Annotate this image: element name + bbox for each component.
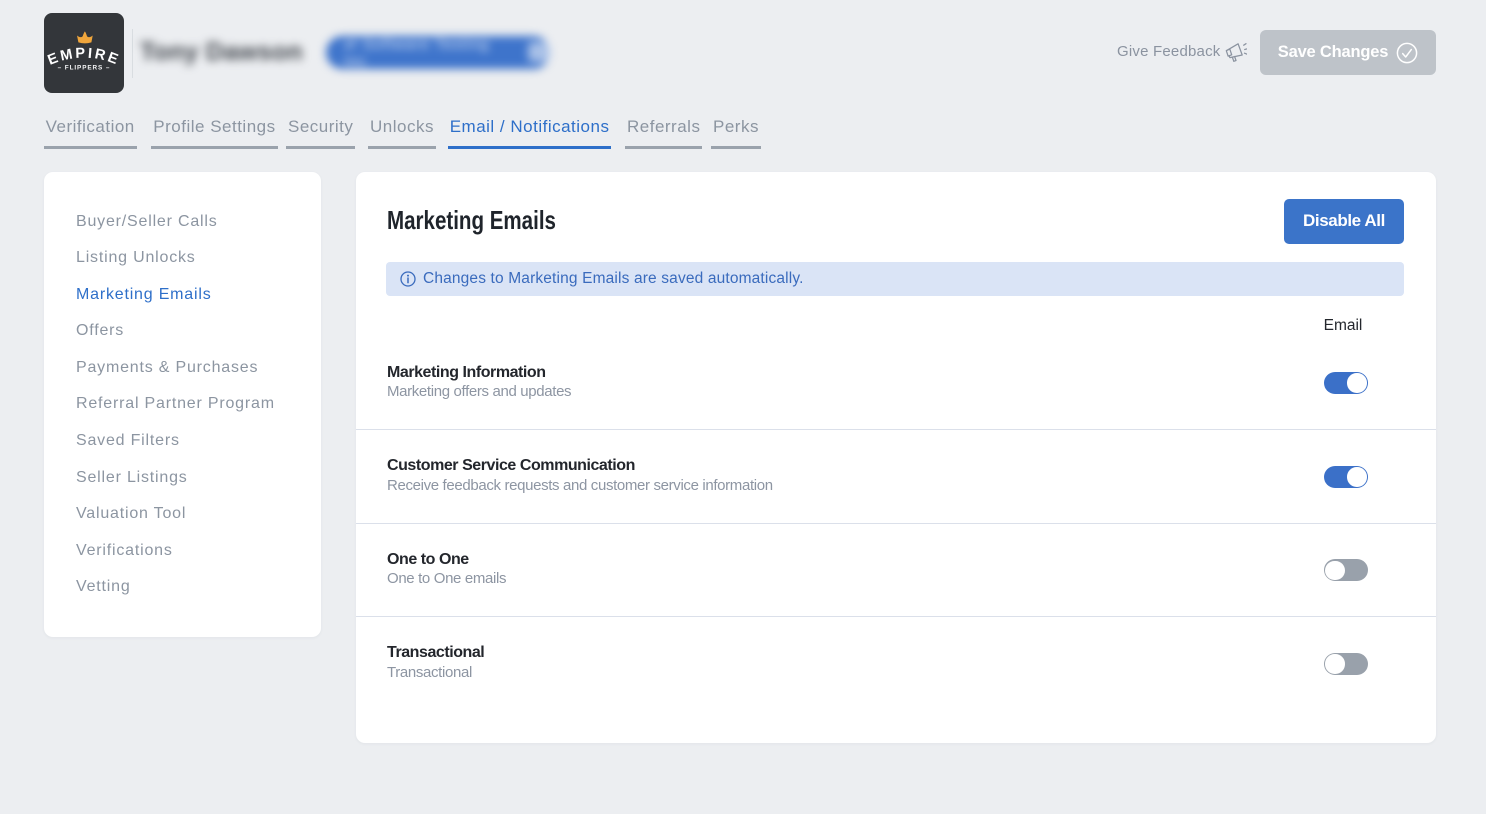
svg-text:– FLIPPERS –: – FLIPPERS – <box>58 65 111 72</box>
